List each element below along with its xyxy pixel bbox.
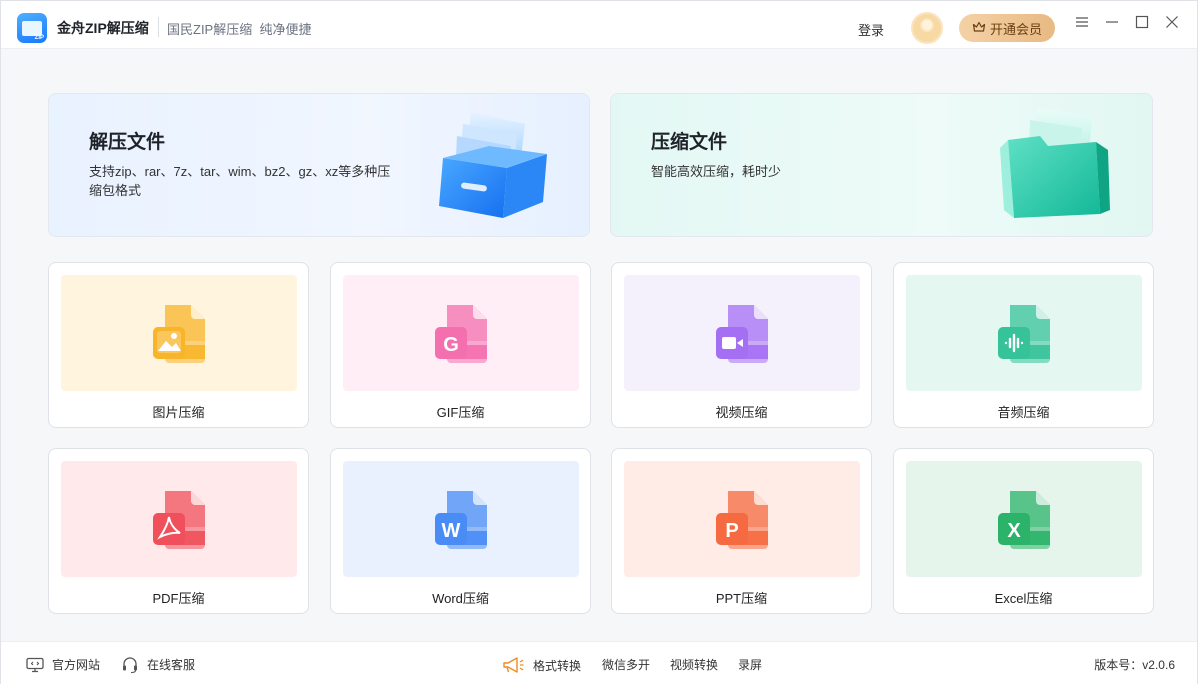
close-icon[interactable] bbox=[1162, 15, 1182, 35]
unzip-description: 支持zip、rar、7z、tar、wim、bz2、gz、xz等多种压缩包格式 bbox=[89, 164, 391, 198]
svg-text:X: X bbox=[1007, 520, 1021, 542]
app-window: 金舟ZIP解压缩 国民ZIP解压缩 纯净便捷 登录 开通会员 解压文件 支持zi… bbox=[0, 0, 1198, 684]
pdf-compress-card[interactable]: PDF压缩 bbox=[48, 448, 309, 614]
pdf-icon bbox=[147, 487, 211, 551]
website-link[interactable]: 官方网站 bbox=[26, 656, 100, 673]
word-icon: W bbox=[429, 487, 493, 551]
tool-card-preview bbox=[61, 275, 297, 391]
screen-record-link[interactable]: 录屏 bbox=[738, 656, 762, 673]
minimize-icon[interactable] bbox=[1102, 15, 1122, 35]
zip-card[interactable]: 压缩文件 智能高效压缩，耗时少 bbox=[610, 93, 1153, 237]
svg-text:W: W bbox=[442, 520, 461, 542]
megaphone-icon bbox=[503, 657, 524, 673]
support-link[interactable]: 在线客服 bbox=[121, 656, 195, 673]
crown-icon bbox=[972, 20, 986, 37]
gif-icon: G bbox=[429, 301, 493, 365]
tool-card-label: 音频压缩 bbox=[997, 405, 1050, 420]
app-name: 金舟ZIP解压缩 bbox=[57, 20, 149, 36]
gif-compress-card[interactable]: G GIF压缩 bbox=[330, 262, 591, 428]
word-compress-card[interactable]: W Word压缩 bbox=[330, 448, 591, 614]
vip-button[interactable]: 开通会员 bbox=[959, 14, 1055, 42]
unzip-title: 解压文件 bbox=[89, 132, 166, 153]
headset-icon bbox=[123, 656, 137, 673]
wechat-multi-link[interactable]: 微信多开 bbox=[602, 656, 650, 673]
footer-link-label: 录屏 bbox=[738, 658, 763, 672]
image-compress-card[interactable]: 图片压缩 bbox=[48, 262, 309, 428]
title-bar: 金舟ZIP解压缩 国民ZIP解压缩 纯净便捷 登录 开通会员 bbox=[1, 1, 1197, 49]
audio-compress-card[interactable]: 音频压缩 bbox=[893, 262, 1154, 428]
tool-card-label: GIF压缩 bbox=[436, 405, 485, 420]
avatar[interactable] bbox=[911, 12, 943, 44]
vip-button-label: 开通会员 bbox=[989, 21, 1042, 37]
version-text: 版本号：v2.0.6 bbox=[1094, 658, 1175, 672]
title-divider bbox=[158, 17, 159, 37]
svg-text:P: P bbox=[725, 520, 738, 542]
tool-card-label: Word压缩 bbox=[432, 591, 489, 606]
tool-card-preview: W bbox=[343, 461, 579, 577]
svg-text:G: G bbox=[443, 334, 459, 356]
excel-icon: X bbox=[992, 487, 1056, 551]
tool-card-label: 图片压缩 bbox=[152, 405, 205, 420]
app-slogan: 国民ZIP解压缩 纯净便捷 bbox=[167, 22, 312, 37]
login-link[interactable]: 登录 bbox=[858, 20, 884, 39]
app-logo-icon bbox=[17, 13, 47, 43]
monitor-icon bbox=[26, 657, 44, 672]
folder-icon bbox=[1000, 108, 1110, 218]
menu-icon[interactable] bbox=[1072, 15, 1092, 35]
video-convert-link[interactable]: 视频转换 bbox=[670, 656, 718, 673]
ppt-icon: P bbox=[710, 487, 774, 551]
footer-bar: 官方网站 在线客服 格式转换 微信多开 视频转换 录屏 版本号：v2.0.6 bbox=[1, 641, 1197, 684]
maximize-icon[interactable] bbox=[1132, 15, 1152, 35]
audio-icon bbox=[992, 301, 1056, 365]
tool-card-label: PPT压缩 bbox=[715, 591, 768, 606]
website-label: 官方网站 bbox=[52, 658, 101, 672]
support-label: 在线客服 bbox=[147, 658, 196, 672]
footer-link-label: 微信多开 bbox=[602, 658, 651, 672]
tool-card-preview bbox=[624, 275, 860, 391]
image-icon bbox=[147, 301, 211, 365]
zip-description: 智能高效压缩，耗时少 bbox=[651, 164, 782, 179]
ppt-compress-card[interactable]: P PPT压缩 bbox=[611, 448, 872, 614]
video-compress-card[interactable]: 视频压缩 bbox=[611, 262, 872, 428]
excel-compress-card[interactable]: X Excel压缩 bbox=[893, 448, 1154, 614]
tool-card-label: 视频压缩 bbox=[715, 405, 768, 420]
video-icon bbox=[710, 301, 774, 365]
tool-card-preview: P bbox=[624, 461, 860, 577]
tool-card-label: Excel压缩 bbox=[994, 591, 1053, 606]
tool-card-preview: G bbox=[343, 275, 579, 391]
zip-title: 压缩文件 bbox=[651, 132, 728, 153]
tool-card-label: PDF压缩 bbox=[152, 591, 205, 606]
footer-link-label: 格式转换 bbox=[533, 658, 582, 673]
file-cabinet-icon bbox=[439, 112, 547, 218]
tool-card-preview: X bbox=[906, 461, 1142, 577]
format-convert-link[interactable]: 格式转换 bbox=[501, 656, 581, 674]
tool-card-preview bbox=[61, 461, 297, 577]
footer-link-label: 视频转换 bbox=[670, 658, 719, 672]
unzip-card[interactable]: 解压文件 支持zip、rar、7z、tar、wim、bz2、gz、xz等多种压缩… bbox=[48, 93, 590, 237]
tool-card-preview bbox=[906, 275, 1142, 391]
